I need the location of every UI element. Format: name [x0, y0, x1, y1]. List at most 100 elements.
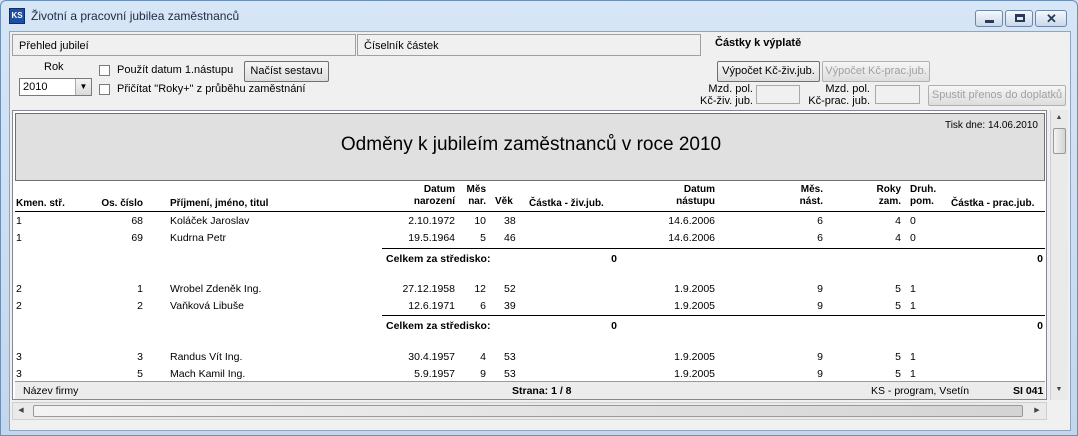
cell-mes-nar: 5: [480, 232, 486, 244]
cell-kmen: 1: [16, 232, 22, 244]
report-title: Odměny k jubileím zaměstnanců v roce 201…: [340, 134, 722, 155]
rok-label: Rok: [44, 61, 64, 73]
cell-druh-pom: 1: [910, 351, 916, 363]
cell-mes-nar: 6: [480, 300, 486, 312]
restore-button[interactable]: [1005, 10, 1033, 27]
subtotal-label: Celkem za středisko:: [386, 253, 491, 265]
transfer-button[interactable]: Spustit přenos do doplatků: [928, 85, 1066, 106]
rok-select[interactable]: 2010 ▼: [19, 78, 92, 96]
tab-castky-k-vyplate[interactable]: Částky k výplatě: [702, 34, 1054, 56]
cell-datum-nastupu: 14.6.2006: [668, 215, 715, 227]
mzd-pol-prac-input[interactable]: [875, 85, 920, 104]
cell-datum-narozeni: 27.12.1958: [402, 283, 455, 295]
footer-company: Název firmy: [23, 385, 79, 397]
cell-jmeno: Kudrna Petr: [170, 232, 227, 244]
report-header: Tisk dne: 14.06.2010 Odměny k jubileím z…: [15, 113, 1045, 181]
scroll-down-icon[interactable]: ▼: [1051, 382, 1067, 398]
cell-os-cislo: 5: [137, 368, 143, 380]
cell-kmen: 2: [16, 283, 22, 295]
cell-vek: 52: [504, 283, 516, 295]
cell-datum-narozeni: 30.4.1957: [408, 351, 455, 363]
rok-value: 2010: [23, 81, 48, 93]
vertical-scrollbar[interactable]: ▲ ▼: [1050, 110, 1068, 400]
scroll-right-icon[interactable]: ▶: [1029, 403, 1045, 419]
mzd-pol-ziv-input[interactable]: [756, 85, 800, 104]
load-report-button[interactable]: Načíst sestavu: [244, 61, 329, 82]
cell-mes-nast: 6: [817, 215, 823, 227]
col-datum-narozeni: Datum narození: [413, 184, 455, 207]
tab-ciselnik-castek[interactable]: Číselník částek: [357, 34, 701, 56]
subtotal-ziv: 0: [611, 253, 617, 265]
app-icon: KS: [9, 8, 25, 24]
horizontal-scrollbar[interactable]: ◀ ▶: [12, 402, 1047, 420]
footer-program: KS - program, Vsetín: [871, 385, 970, 397]
print-date: Tisk dne: 14.06.2010: [944, 120, 1038, 131]
cell-roky-zam: 5: [895, 283, 901, 295]
subtotal-divider: [382, 248, 1045, 249]
cell-roky-zam: 4: [895, 232, 901, 244]
cell-datum-nastupu: 14.6.2006: [668, 232, 715, 244]
subtotal-divider: [382, 315, 1045, 316]
report-footer: Název firmy Strana: 1 / 8 KS - program, …: [15, 381, 1045, 399]
cell-vek: 46: [504, 232, 516, 244]
cell-kmen: 3: [16, 351, 22, 363]
cell-kmen: 2: [16, 300, 22, 312]
cell-vek: 38: [504, 215, 516, 227]
close-button[interactable]: ✕: [1035, 10, 1067, 27]
cell-druh-pom: 0: [910, 215, 916, 227]
minimize-button[interactable]: [975, 10, 1003, 27]
scroll-up-icon[interactable]: ▲: [1051, 110, 1067, 126]
cell-roky-zam: 4: [895, 215, 901, 227]
cell-datum-nastupu: 1.9.2005: [674, 300, 715, 312]
window-title: Životní a pracovní jubilea zaměstnanců: [31, 9, 240, 23]
cell-jmeno: Randus Vít Ing.: [170, 351, 243, 363]
scroll-left-icon[interactable]: ◀: [13, 403, 29, 419]
cell-datum-nastupu: 1.9.2005: [674, 351, 715, 363]
cell-vek: 39: [504, 300, 516, 312]
checkbox-roky-plus-label: Přičítat "Roky+" z průběhu zaměstnání: [117, 83, 306, 95]
report-view[interactable]: Tisk dne: 14.06.2010 Odměny k jubileím z…: [12, 110, 1047, 400]
cell-mes-nar: 12: [474, 283, 486, 295]
checkbox-datum-nastupu[interactable]: [99, 65, 110, 76]
client-area: Přehled jubileí Číselník částek Částky k…: [9, 31, 1071, 431]
cell-os-cislo: 2: [137, 300, 143, 312]
close-icon: ✕: [1046, 11, 1057, 26]
header-divider: [15, 211, 1045, 212]
cell-roky-zam: 5: [895, 368, 901, 380]
cell-jmeno: Vaňková Libuše: [170, 300, 244, 312]
cell-os-cislo: 1: [137, 283, 143, 295]
col-castka-ziv: Částka - živ.jub.: [529, 198, 604, 209]
col-druh-pom: Druh. pom.: [910, 184, 937, 207]
cell-datum-narozeni: 5.9.1957: [414, 368, 455, 380]
col-castka-prac: Částka - prac.jub.: [951, 198, 1035, 209]
title-bar[interactable]: KS Životní a pracovní jubilea zaměstnanc…: [1, 1, 1077, 31]
tab-prehled-jubilei[interactable]: Přehled jubileí: [12, 34, 356, 56]
calc-prac-jub-button[interactable]: Výpočet Kč-prac.jub.: [822, 61, 930, 82]
cell-kmen: 3: [16, 368, 22, 380]
cell-os-cislo: 3: [137, 351, 143, 363]
calc-ziv-jub-button[interactable]: Výpočet Kč-živ.jub.: [717, 61, 820, 82]
vertical-scroll-thumb[interactable]: [1053, 128, 1066, 154]
col-jmeno: Příjmení, jméno, titul: [170, 198, 269, 209]
minimize-icon: [985, 20, 994, 23]
col-os-cislo: Os. číslo: [101, 198, 143, 209]
cell-vek: 53: [504, 351, 516, 363]
cell-datum-narozeni: 19.5.1964: [408, 232, 455, 244]
cell-kmen: 1: [16, 215, 22, 227]
cell-datum-nastupu: 1.9.2005: [674, 368, 715, 380]
cell-mes-nast: 9: [817, 368, 823, 380]
cell-druh-pom: 0: [910, 232, 916, 244]
cell-datum-nastupu: 1.9.2005: [674, 283, 715, 295]
horizontal-scroll-thumb[interactable]: [33, 405, 1023, 417]
cell-jmeno: Wrobel Zdeněk Ing.: [170, 283, 262, 295]
cell-mes-nar: 10: [474, 215, 486, 227]
footer-code: SI 041: [1013, 385, 1044, 397]
cell-roky-zam: 5: [895, 300, 901, 312]
col-datum-nastupu: Datum nástupu: [676, 184, 715, 207]
subtotal-label: Celkem za středisko:: [386, 320, 491, 332]
restore-icon: [1015, 14, 1025, 22]
cell-mes-nast: 9: [817, 351, 823, 363]
checkbox-roky-plus[interactable]: [99, 84, 110, 95]
dropdown-arrow-icon[interactable]: ▼: [75, 79, 91, 95]
col-mes-nar: Měs nar.: [466, 184, 486, 207]
